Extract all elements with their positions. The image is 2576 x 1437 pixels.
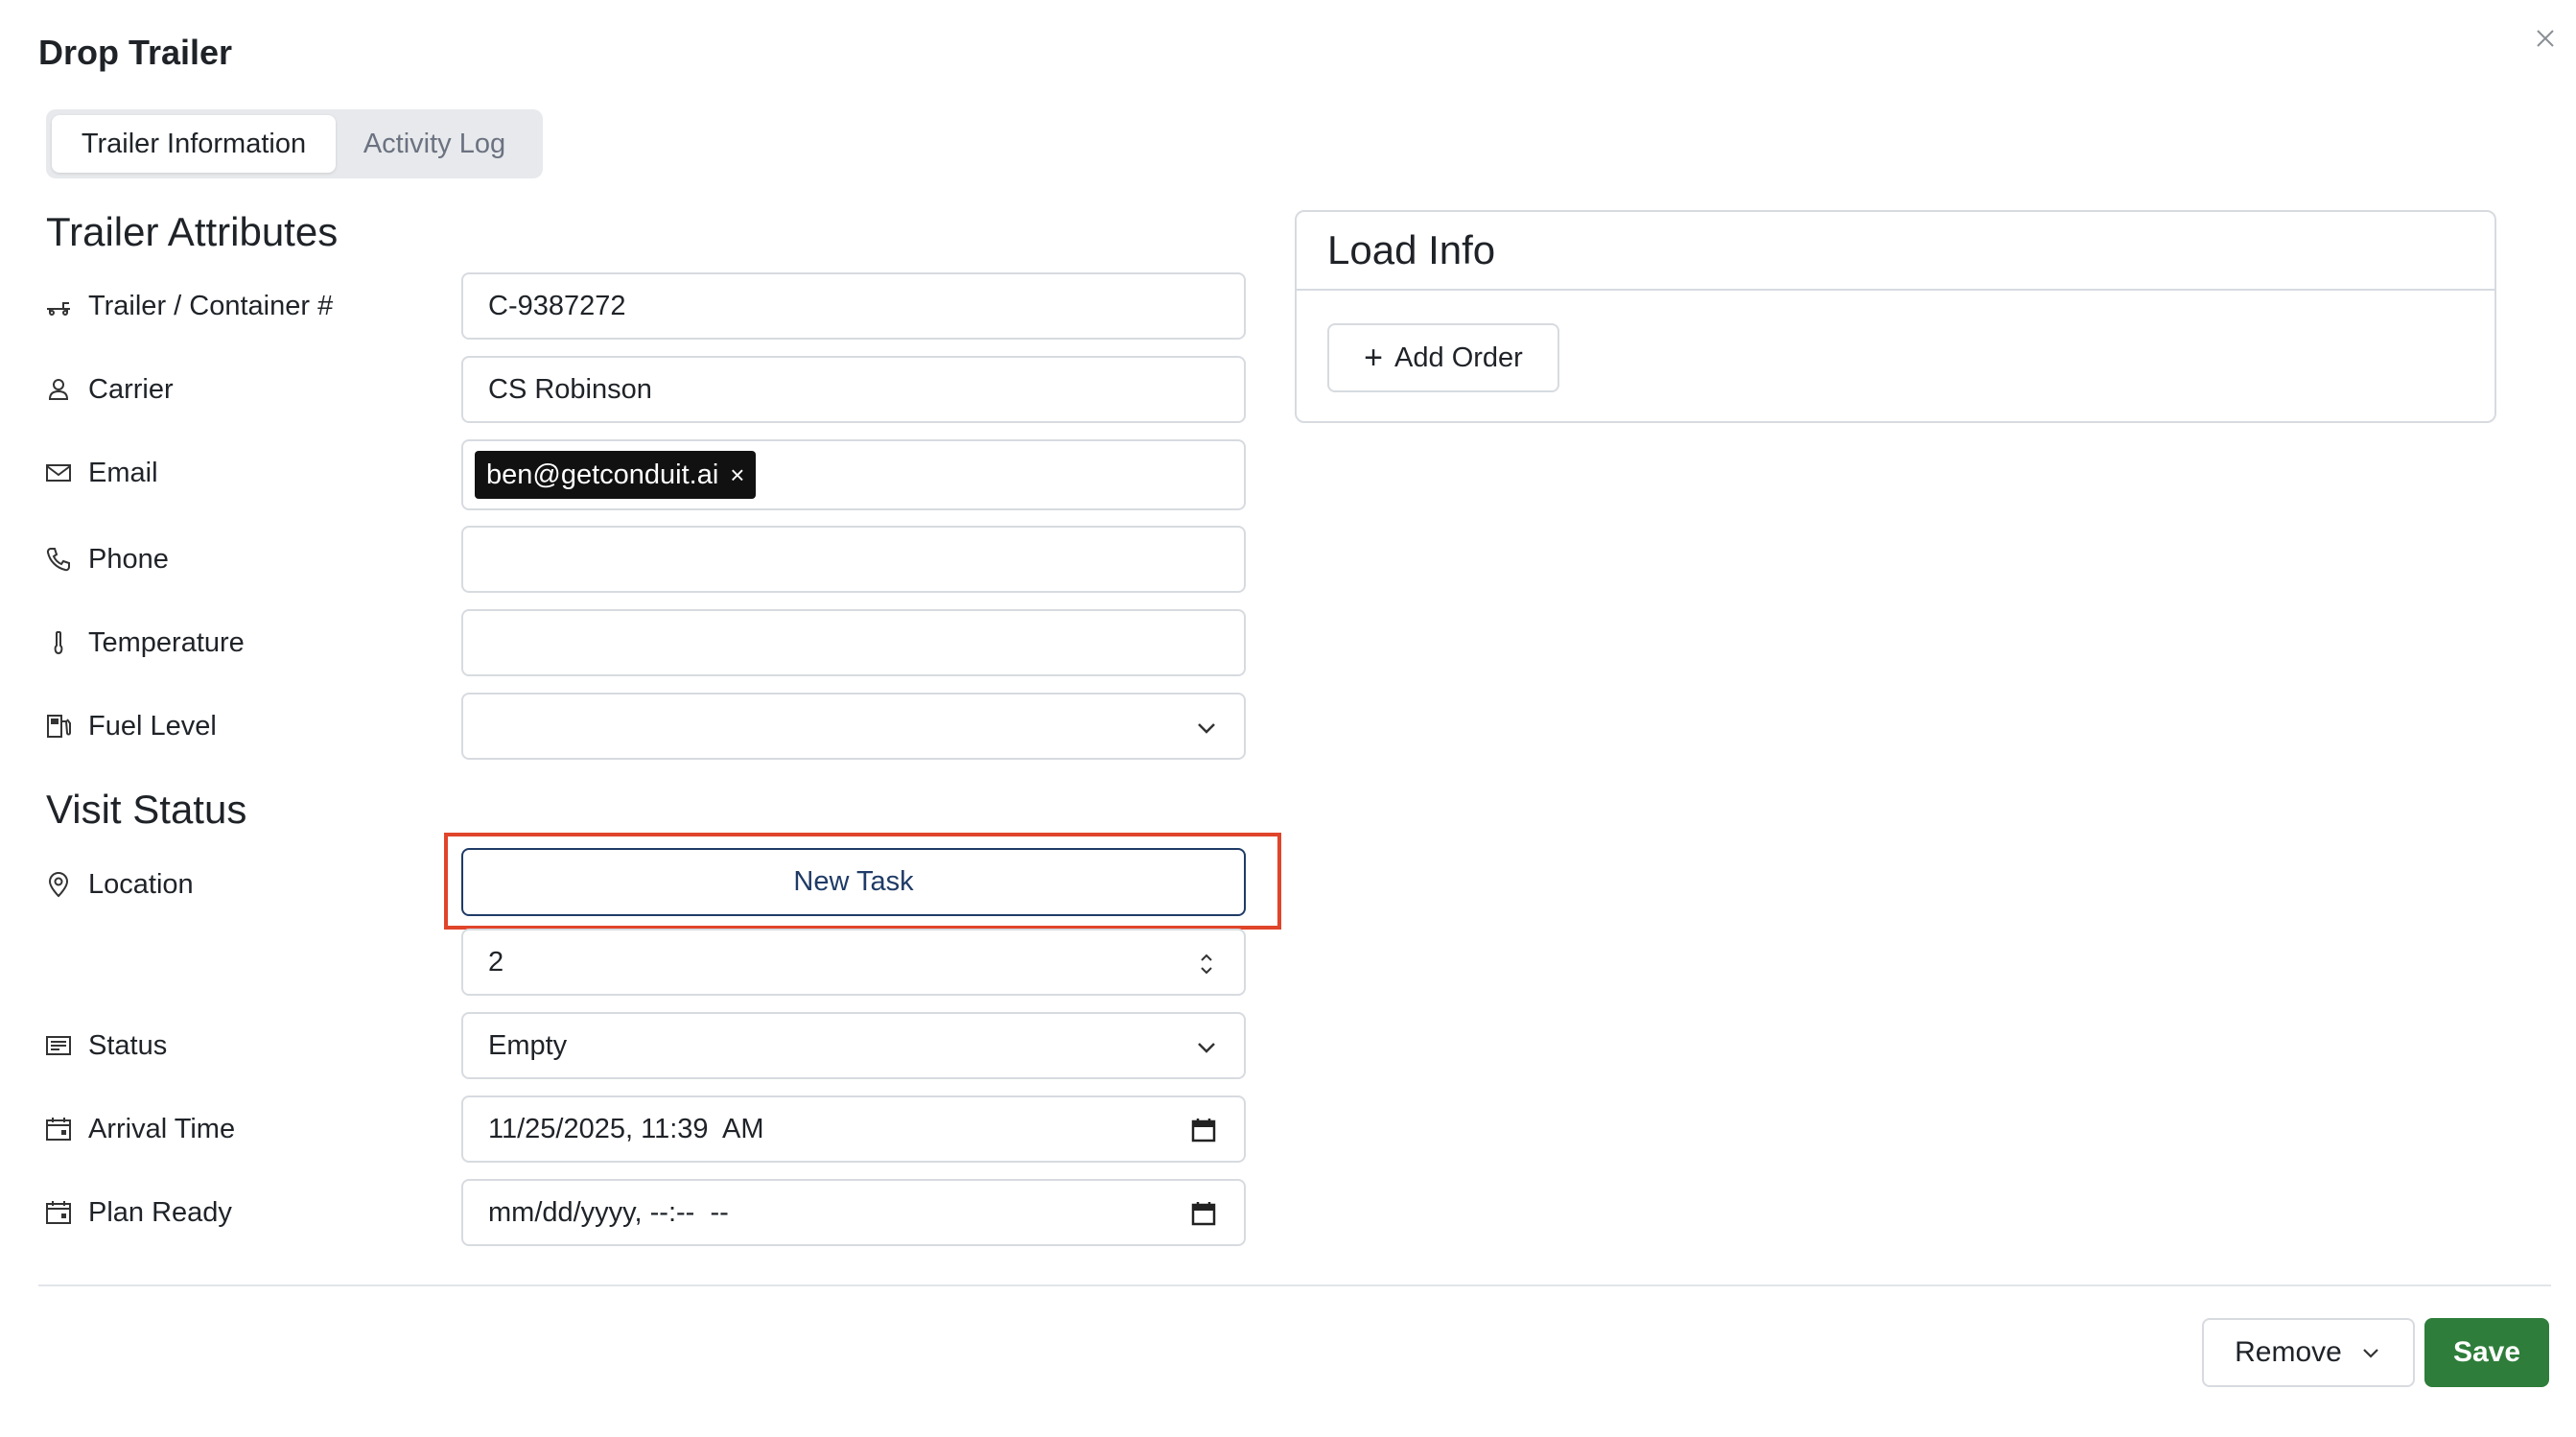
arrival-label: Arrival Time bbox=[44, 1108, 235, 1150]
temperature-input[interactable] bbox=[461, 609, 1246, 676]
temperature-label: Temperature bbox=[44, 622, 245, 664]
status-select[interactable]: Empty bbox=[461, 1012, 1246, 1079]
email-input[interactable]: ben@getconduit.ai × bbox=[461, 439, 1246, 510]
dialog-title: Drop Trailer bbox=[38, 33, 233, 72]
calendar-icon bbox=[46, 1118, 71, 1141]
email-label-text: Email bbox=[88, 457, 158, 488]
load-info-heading: Load Info bbox=[1297, 212, 2494, 291]
email-chip: ben@getconduit.ai × bbox=[475, 451, 757, 499]
tab-trailer-information[interactable]: Trailer Information bbox=[52, 115, 336, 173]
arrival-label-text: Arrival Time bbox=[88, 1113, 236, 1144]
mail-icon bbox=[46, 464, 71, 482]
trailer-number-input[interactable]: C-9387272 bbox=[461, 272, 1246, 340]
carrier-label-text: Carrier bbox=[88, 373, 174, 405]
new-task-button[interactable]: New Task bbox=[461, 848, 1246, 916]
trailer-label: Trailer / Container # bbox=[44, 285, 333, 327]
chevron-down-icon bbox=[1198, 723, 1215, 734]
tab-bar: Trailer Information Activity Log bbox=[46, 109, 543, 178]
arrival-time-input[interactable]: 11/25/2025, 11:39 AM bbox=[461, 1095, 1246, 1163]
email-chip-remove[interactable]: × bbox=[730, 460, 744, 490]
save-button[interactable]: Save bbox=[2424, 1318, 2549, 1387]
status-label: Status bbox=[44, 1025, 167, 1067]
email-label: Email bbox=[44, 452, 158, 494]
temperature-label-text: Temperature bbox=[88, 626, 245, 658]
location-label-text: Location bbox=[88, 868, 194, 900]
status-icon bbox=[46, 1036, 71, 1055]
remove-button[interactable]: Remove bbox=[2202, 1318, 2415, 1387]
close-icon bbox=[2537, 30, 2554, 47]
footer-divider bbox=[38, 1284, 2551, 1286]
email-chip-text: ben@getconduit.ai bbox=[486, 459, 719, 490]
tab-activity-log[interactable]: Activity Log bbox=[336, 115, 533, 173]
chevron-down-icon bbox=[1198, 1043, 1215, 1053]
trailer-attributes-heading: Trailer Attributes bbox=[46, 209, 339, 254]
plan-ready-label: Plan Ready bbox=[44, 1191, 232, 1234]
map-pin-icon bbox=[48, 871, 69, 898]
trailer-label-text: Trailer / Container # bbox=[88, 290, 334, 321]
plan-ready-input[interactable]: mm/dd/yyyy, --:-- -- bbox=[461, 1179, 1246, 1246]
plan-ready-label-text: Plan Ready bbox=[88, 1196, 232, 1228]
add-order-button[interactable]: + Add Order bbox=[1327, 323, 1559, 392]
fuel-label-text: Fuel Level bbox=[88, 710, 217, 742]
trailer-icon bbox=[47, 302, 70, 316]
phone-icon bbox=[46, 548, 70, 572]
chevron-down-icon bbox=[2363, 1349, 2378, 1358]
close-button[interactable] bbox=[2528, 21, 2563, 56]
status-value: Empty bbox=[488, 1029, 568, 1061]
location-number-value: 2 bbox=[488, 946, 504, 978]
status-label-text: Status bbox=[88, 1029, 168, 1061]
user-icon bbox=[48, 379, 69, 400]
fuel-level-select[interactable] bbox=[461, 693, 1246, 760]
add-order-label: Add Order bbox=[1394, 342, 1523, 373]
phone-label-text: Phone bbox=[88, 543, 169, 575]
thermometer-icon bbox=[54, 630, 63, 655]
stepper-arrows-icon[interactable] bbox=[1194, 952, 1219, 977]
calendar-icon bbox=[46, 1201, 71, 1224]
location-label: Location bbox=[44, 863, 194, 906]
fuel-label: Fuel Level bbox=[44, 705, 217, 747]
remove-label: Remove bbox=[2235, 1336, 2342, 1368]
carrier-input[interactable]: CS Robinson bbox=[461, 356, 1246, 423]
calendar-picker-icon[interactable] bbox=[1190, 1200, 1217, 1227]
location-number-stepper[interactable]: 2 bbox=[461, 929, 1246, 996]
calendar-picker-icon[interactable] bbox=[1190, 1117, 1217, 1143]
phone-input[interactable] bbox=[461, 526, 1246, 593]
carrier-value: CS Robinson bbox=[488, 373, 652, 405]
arrival-time-value: 11/25/2025, 11:39 AM bbox=[488, 1113, 764, 1144]
carrier-label: Carrier bbox=[44, 368, 174, 411]
visit-status-heading: Visit Status bbox=[46, 787, 247, 832]
fuel-icon bbox=[47, 715, 71, 738]
plus-icon: + bbox=[1364, 339, 1384, 376]
load-info-panel: Load Info + Add Order bbox=[1295, 210, 2496, 423]
plan-ready-value: mm/dd/yyyy, --:-- -- bbox=[488, 1196, 729, 1228]
trailer-number-value: C-9387272 bbox=[488, 290, 626, 321]
phone-label: Phone bbox=[44, 538, 169, 580]
